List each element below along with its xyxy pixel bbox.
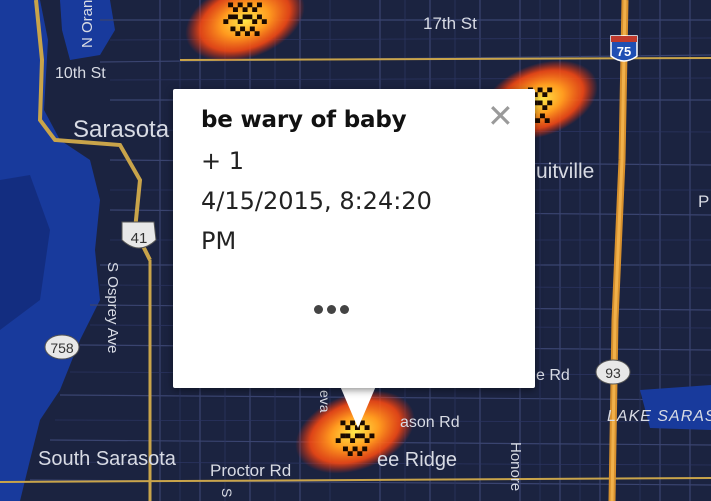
popup-timestamp-date: 4/15/2015, 8:24:20 bbox=[201, 187, 432, 215]
svg-text:75: 75 bbox=[617, 44, 631, 59]
svg-text:▄▀▀▄▀▀▄▀: ▄▀▀▄▀▀▄▀ bbox=[335, 433, 375, 443]
label-s-osprey: S Osprey Ave bbox=[104, 262, 121, 353]
svg-text:▀▄▀▄▀▄: ▀▄▀▄▀▄ bbox=[230, 26, 260, 36]
more-dots-icon[interactable] bbox=[311, 299, 351, 319]
close-icon[interactable]: ✕ bbox=[487, 100, 514, 132]
label-lake-sarasota: LAKE SARAS bbox=[607, 408, 711, 425]
svg-text:▀▄▀▄▀▄▀: ▀▄▀▄▀▄▀ bbox=[227, 2, 262, 12]
label-17th-st: 17th St bbox=[423, 14, 477, 33]
label-ason-rd: ason Rd bbox=[400, 414, 460, 431]
svg-text:41: 41 bbox=[131, 230, 148, 247]
label-south-sarasota: South Sarasota bbox=[38, 448, 177, 470]
label-p: P bbox=[698, 192, 709, 211]
svg-text:758: 758 bbox=[50, 340, 74, 356]
svg-text:93: 93 bbox=[605, 365, 621, 381]
label-fruitville: uitville bbox=[536, 160, 594, 183]
popup-votes: + 1 bbox=[201, 147, 245, 175]
dot bbox=[339, 304, 349, 314]
shield-sr93: 93 bbox=[595, 359, 631, 385]
label-honore: Honore bbox=[507, 442, 524, 491]
label-ridge: ee Ridge bbox=[377, 449, 457, 471]
dot bbox=[313, 304, 323, 314]
shield-i75: 75 bbox=[610, 35, 638, 62]
popup-tail bbox=[340, 386, 376, 428]
svg-text:▀▄▀▄▀: ▀▄▀▄▀ bbox=[342, 446, 367, 456]
label-s: S bbox=[219, 488, 235, 497]
label-e-rd: e Rd bbox=[536, 367, 570, 384]
shield-sr758: 758 bbox=[44, 334, 80, 360]
label-eva: eva bbox=[317, 390, 333, 413]
shield-us41: 41 bbox=[121, 221, 157, 249]
popup-timestamp-period: PM bbox=[201, 227, 237, 255]
info-popup: be wary of baby + 1 4/15/2015, 8:24:20 P… bbox=[173, 89, 535, 388]
dot bbox=[326, 304, 336, 314]
label-sarasota: Sarasota bbox=[73, 116, 170, 143]
label-10th-st: 10th St bbox=[55, 65, 106, 82]
svg-text:▄▀▀▄▀▀▄▀▄: ▄▀▀▄▀▀▄▀▄ bbox=[222, 14, 267, 24]
label-proctor-rd: Proctor Rd bbox=[210, 461, 291, 480]
popup-title: be wary of baby bbox=[201, 107, 407, 133]
label-n-orange: N Orange bbox=[79, 0, 96, 48]
